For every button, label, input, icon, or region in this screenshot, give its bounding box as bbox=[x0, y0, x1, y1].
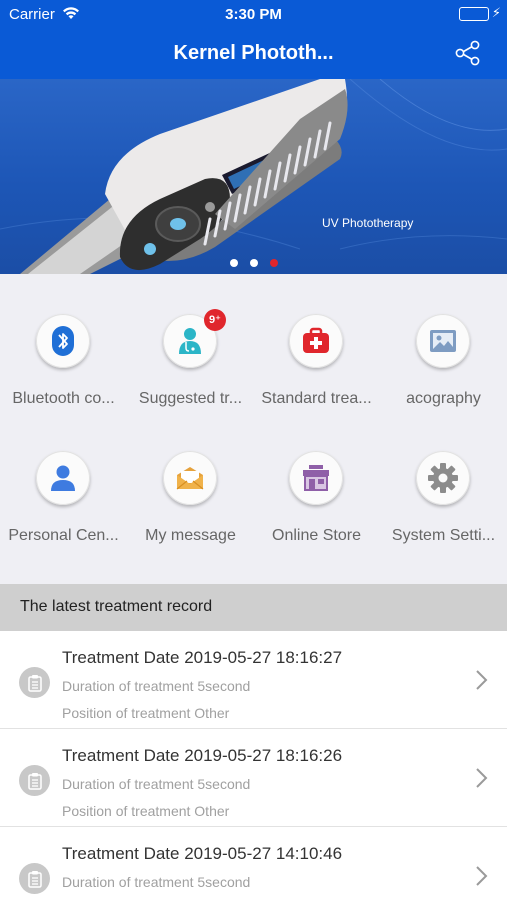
user-icon bbox=[36, 451, 90, 505]
menu-item-label: My message bbox=[145, 527, 236, 544]
banner-carousel[interactable]: UV Phototherapy bbox=[0, 79, 507, 274]
charging-bolt-icon: ⚡ bbox=[491, 5, 501, 20]
treatment-record-row[interactable]: Treatment Date 2019-05-27 18:16:27 Durat… bbox=[0, 631, 507, 729]
status-bar: Carrier 3:30 PM ⚡ bbox=[0, 0, 507, 30]
page-title: Kernel Phototh... bbox=[173, 42, 334, 64]
menu-item-label: acography bbox=[406, 390, 481, 407]
status-time: 3:30 PM bbox=[225, 6, 282, 23]
menu-item-suggested-treatment[interactable]: Suggested tr... bbox=[127, 274, 254, 407]
treatment-date: Treatment Date 2019-05-27 18:16:26 bbox=[62, 746, 343, 765]
menu-item-label: Standard trea... bbox=[261, 390, 372, 407]
treatment-record-list: Treatment Date 2019-05-27 18:16:27 Durat… bbox=[0, 631, 507, 900]
clipboard-icon bbox=[19, 765, 50, 796]
nav-bar: Kernel Phototh... bbox=[0, 30, 507, 79]
carousel-dot-active[interactable] bbox=[269, 259, 278, 267]
menu-item-label: Personal Cen... bbox=[8, 527, 119, 544]
menu-item-label: Online Store bbox=[272, 527, 361, 544]
store-icon bbox=[289, 451, 343, 505]
battery-icon bbox=[459, 7, 489, 21]
notification-badge: 9⁺ bbox=[204, 309, 226, 331]
treatment-duration: Duration of treatment 5second bbox=[62, 874, 251, 890]
menu-item-acography[interactable]: acography bbox=[380, 274, 507, 407]
treatment-duration: Duration of treatment 5second bbox=[62, 776, 251, 792]
menu-item-personal-center[interactable]: Personal Cen... bbox=[0, 411, 127, 544]
carousel-dot[interactable] bbox=[249, 259, 258, 267]
menu-item-standard-treatment[interactable]: Standard trea... bbox=[253, 274, 380, 407]
first-aid-kit-icon bbox=[289, 314, 343, 368]
menu-item-my-message[interactable]: My message bbox=[127, 411, 254, 544]
carousel-pagination[interactable] bbox=[0, 259, 507, 267]
menu-item-bluetooth[interactable]: Bluetooth co... bbox=[0, 274, 127, 407]
clipboard-icon bbox=[19, 667, 50, 698]
image-icon bbox=[416, 314, 470, 368]
clipboard-icon bbox=[19, 863, 50, 894]
treatment-record-row[interactable]: Treatment Date 2019-05-27 18:16:26 Durat… bbox=[0, 729, 507, 827]
chevron-right-icon bbox=[476, 768, 488, 788]
treatment-duration: Duration of treatment 5second bbox=[62, 678, 251, 694]
treatment-position: Position of treatment Other bbox=[62, 803, 230, 819]
function-menu-grid: Bluetooth co... Suggested tr... 9⁺ Stand… bbox=[0, 274, 507, 584]
chevron-right-icon bbox=[476, 866, 488, 886]
treatment-record-row[interactable]: Treatment Date 2019-05-27 14:10:46 Durat… bbox=[0, 827, 507, 900]
menu-item-label: Bluetooth co... bbox=[12, 390, 115, 407]
treatment-position: Position of treatment Other bbox=[62, 705, 230, 721]
treatment-date: Treatment Date 2019-05-27 18:16:27 bbox=[62, 648, 343, 667]
menu-item-label: System Setti... bbox=[391, 527, 496, 544]
chevron-right-icon bbox=[476, 670, 488, 690]
banner-device-image bbox=[0, 79, 507, 274]
banner-caption: UV Phototherapy bbox=[322, 216, 414, 230]
treatment-record-header: The latest treatment record bbox=[0, 584, 507, 631]
menu-item-label: Suggested tr... bbox=[138, 390, 243, 407]
treatment-date: Treatment Date 2019-05-27 14:10:46 bbox=[62, 844, 343, 863]
menu-item-system-settings[interactable]: System Setti... bbox=[380, 411, 507, 544]
gear-icon bbox=[416, 451, 470, 505]
menu-item-online-store[interactable]: Online Store bbox=[253, 411, 380, 544]
carousel-dot[interactable] bbox=[229, 259, 238, 267]
envelope-icon bbox=[163, 451, 217, 505]
share-icon[interactable] bbox=[453, 38, 483, 68]
section-title: The latest treatment record bbox=[20, 598, 213, 615]
bluetooth-icon bbox=[36, 314, 90, 368]
